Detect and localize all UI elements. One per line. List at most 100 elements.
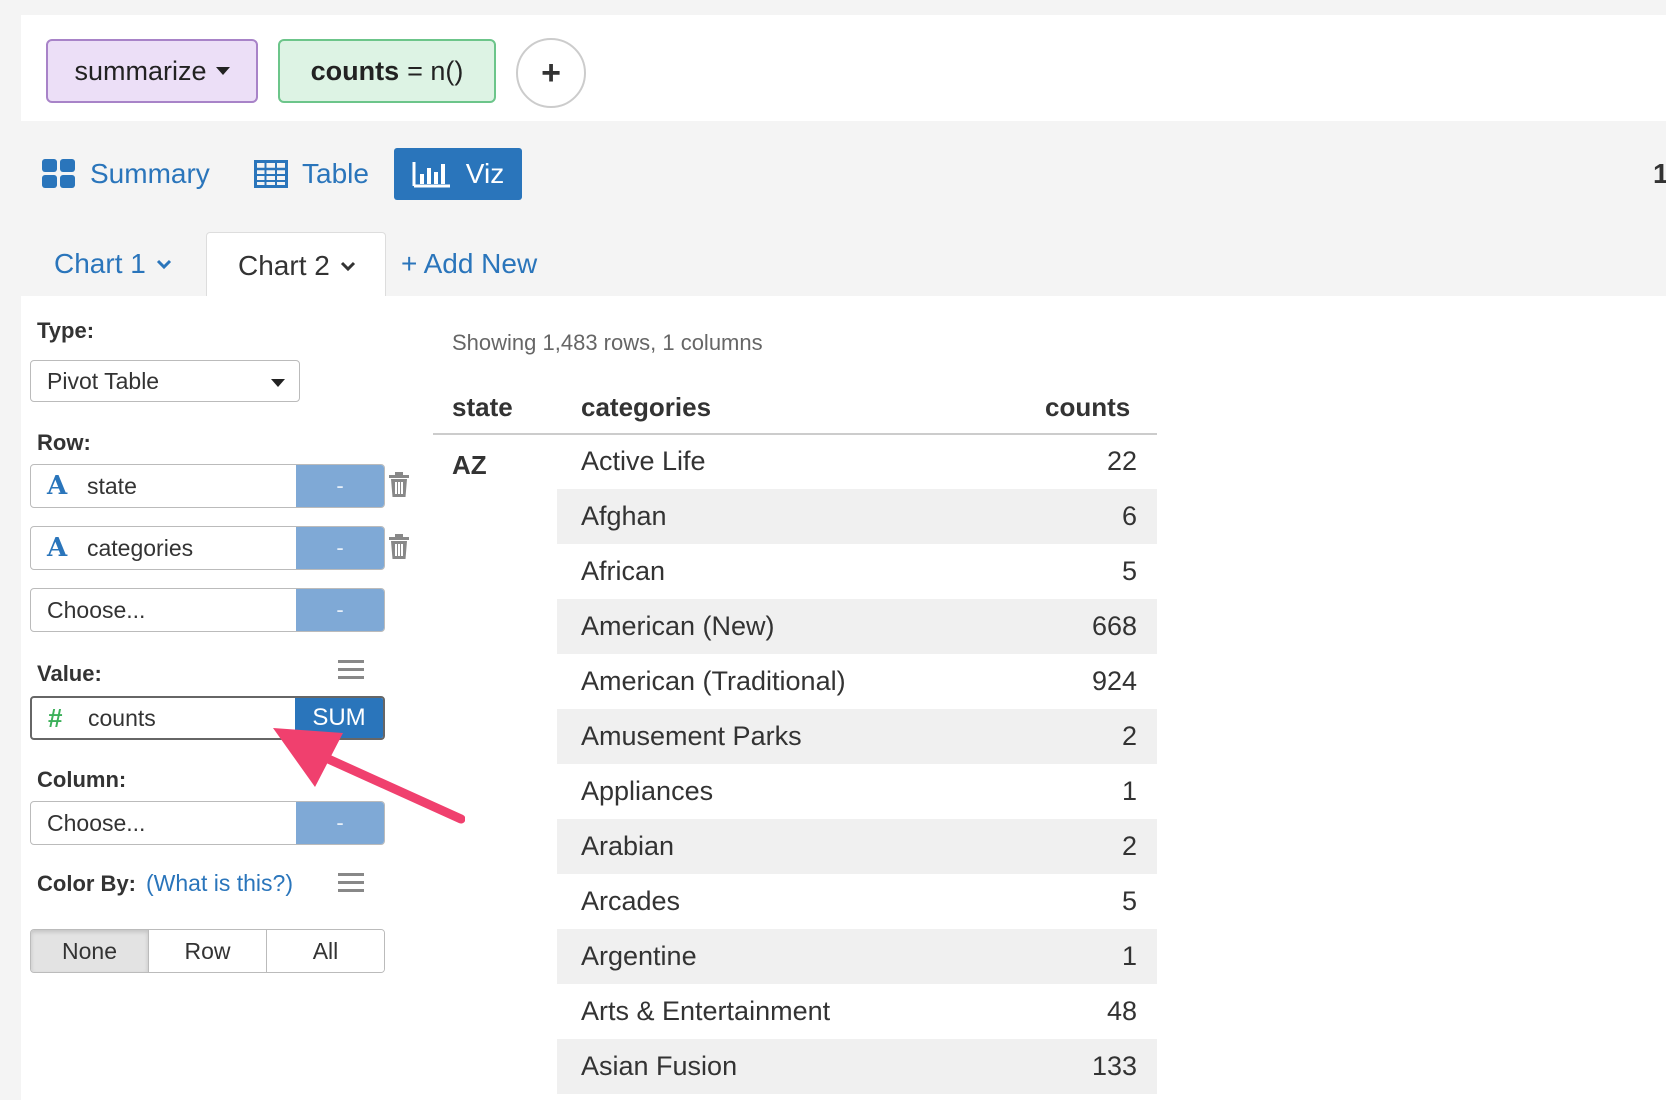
- row-field-name: categories: [87, 534, 194, 561]
- grid-icon: [42, 159, 75, 188]
- caret-down-icon: [215, 67, 230, 75]
- color-by-row[interactable]: Row: [149, 930, 267, 972]
- table-row: American (Traditional) 924: [557, 654, 1157, 709]
- category-cell: Amusement Parks: [581, 721, 802, 751]
- add-step-button[interactable]: +: [516, 38, 586, 108]
- chevron-down-icon: [340, 261, 355, 271]
- table-row: Arts & Entertainment 48: [557, 984, 1157, 1039]
- tab-viz-label: Viz: [465, 158, 505, 189]
- count-cell: 6: [1121, 501, 1137, 531]
- count-cell: 924: [1091, 666, 1137, 696]
- chevron-down-icon: [156, 259, 171, 270]
- category-cell: Afghan: [581, 501, 667, 531]
- table-row: Arabian 2: [557, 819, 1157, 874]
- text-type-icon: A: [47, 471, 68, 501]
- plus-icon: +: [541, 53, 561, 92]
- color-by-row: Color By: (What is this?): [37, 870, 293, 897]
- count-cell: 2: [1121, 831, 1137, 861]
- category-cell: Appliances: [581, 776, 714, 806]
- count-cell: 1: [1121, 941, 1137, 971]
- add-new-chart-button[interactable]: + Add New: [401, 232, 537, 296]
- column-label: Column:: [37, 767, 127, 792]
- row-field-placeholder: Choose...: [47, 596, 146, 623]
- table-row: Afghan 6: [557, 489, 1157, 544]
- trash-icon[interactable]: [388, 472, 410, 498]
- type-label: Type:: [37, 318, 95, 343]
- column-header-state: state: [452, 392, 513, 422]
- color-by-label: Color By:: [37, 871, 136, 896]
- expression-pill[interactable]: counts = n(): [278, 39, 496, 103]
- tab-summary-label: Summary: [90, 158, 210, 189]
- row-label: Row:: [37, 430, 91, 455]
- count-cell: 2: [1121, 721, 1137, 751]
- number-type-icon: #: [48, 702, 63, 733]
- count-cell: 48: [1106, 996, 1137, 1026]
- color-by-toggle: None Row All: [30, 929, 385, 973]
- bar-chart-icon: [412, 162, 450, 188]
- tab-chart-1-label: Chart 1: [54, 248, 146, 279]
- category-cell: Active Life: [581, 446, 706, 476]
- column-header-categories: categories: [581, 392, 712, 422]
- count-cell: 668: [1091, 611, 1137, 641]
- tab-table[interactable]: Table: [254, 148, 369, 200]
- expression-name: counts: [310, 55, 400, 86]
- table-row: African 5: [557, 544, 1157, 599]
- what-is-this-link[interactable]: (What is this?): [146, 870, 293, 897]
- count-cell: 133: [1091, 1051, 1137, 1081]
- table-row: Arcades 5: [557, 874, 1157, 929]
- sort-button[interactable]: -: [296, 589, 384, 631]
- table-row: Asian Fusion 133: [557, 1039, 1157, 1094]
- category-cell: Arabian: [581, 831, 675, 861]
- table-row: Argentine 1: [557, 929, 1157, 984]
- row-field-choose[interactable]: Choose... -: [30, 588, 385, 632]
- table-row: American (New) 668: [557, 599, 1157, 654]
- value-label: Value:: [37, 661, 102, 686]
- sort-button[interactable]: -: [296, 465, 384, 507]
- trash-icon[interactable]: [388, 534, 410, 560]
- color-by-none[interactable]: None: [31, 930, 149, 972]
- row-field-categories[interactable]: A categories -: [30, 526, 385, 570]
- category-cell: American (Traditional): [581, 666, 846, 696]
- tab-chart-2[interactable]: Chart 2: [206, 232, 386, 298]
- row-field-state[interactable]: A state -: [30, 464, 385, 508]
- tab-chart-2-label: Chart 2: [238, 249, 330, 281]
- expression-body: = n(): [407, 55, 464, 86]
- chart-type-select[interactable]: Pivot Table: [30, 360, 300, 402]
- count-cell: 5: [1121, 886, 1137, 916]
- table-row: Amusement Parks 2: [557, 709, 1157, 764]
- category-cell: Asian Fusion: [581, 1051, 738, 1081]
- row-count-text: Showing 1,483 rows, 1 columns: [452, 330, 763, 355]
- table-row: Active Life 22: [557, 434, 1157, 489]
- category-cell: Arts & Entertainment: [581, 996, 831, 1026]
- value-field-name: counts: [88, 704, 156, 731]
- row-count-partial: 1: [1653, 158, 1666, 189]
- caret-down-icon: [271, 379, 285, 387]
- command-label: summarize: [74, 55, 207, 86]
- command-dropdown[interactable]: summarize: [46, 39, 258, 103]
- state-cell: AZ: [452, 450, 487, 480]
- count-cell: 22: [1106, 446, 1137, 476]
- category-cell: Arcades: [581, 886, 681, 916]
- category-cell: Argentine: [581, 941, 697, 971]
- color-by-all[interactable]: All: [267, 930, 384, 972]
- tab-table-label: Table: [302, 158, 369, 189]
- text-type-icon: A: [47, 533, 68, 563]
- row-field-name: state: [87, 472, 137, 499]
- table-row: Appliances 1: [557, 764, 1157, 819]
- menu-icon[interactable]: [338, 873, 364, 893]
- category-cell: American (New): [581, 611, 775, 641]
- sort-button[interactable]: -: [296, 527, 384, 569]
- table-icon: [254, 160, 288, 188]
- tab-chart-1[interactable]: Chart 1: [54, 232, 172, 296]
- tab-summary[interactable]: Summary: [42, 148, 210, 200]
- chart-type-value: Pivot Table: [47, 367, 160, 394]
- command-bar: [21, 15, 1666, 121]
- category-cell: African: [581, 556, 666, 586]
- count-cell: 1: [1121, 776, 1137, 806]
- column-header-counts: counts: [1045, 392, 1131, 422]
- column-field-placeholder: Choose...: [47, 809, 146, 836]
- count-cell: 5: [1121, 556, 1137, 586]
- menu-icon[interactable]: [338, 660, 364, 680]
- annotation-arrow-icon: [273, 728, 465, 824]
- tab-viz[interactable]: Viz: [394, 148, 522, 200]
